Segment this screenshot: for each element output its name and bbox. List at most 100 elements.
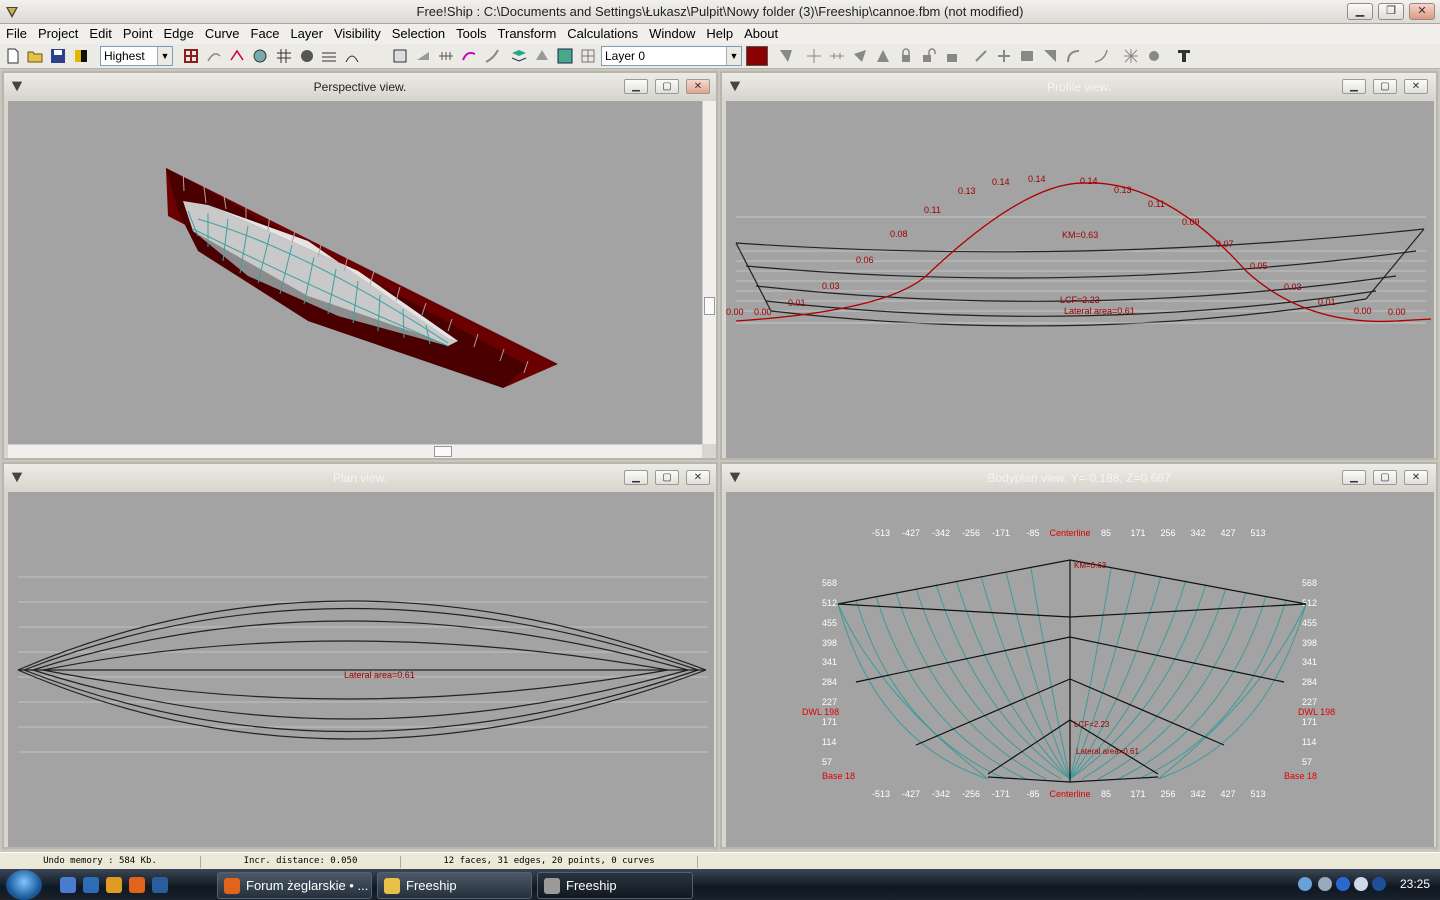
perspective-vertical-scrollbar[interactable] — [702, 101, 716, 444]
close-button[interactable]: ✕ — [1409, 3, 1435, 20]
mirror-icon[interactable] — [973, 48, 989, 64]
plan-titlebar[interactable]: Plan view. ▁ ▢ ✕ — [4, 464, 716, 491]
quicklaunch-app-icon[interactable] — [152, 877, 168, 893]
menu-visibility[interactable]: Visibility — [328, 24, 386, 41]
buttocks-icon[interactable] — [344, 48, 360, 64]
insert-point-icon[interactable] — [806, 48, 822, 64]
perspective-close-button[interactable]: ✕ — [686, 79, 710, 94]
unlock-all-icon[interactable] — [944, 48, 960, 64]
collapse-icon[interactable] — [852, 48, 868, 64]
perspective-window[interactable]: Perspective view. ▁ ▢ ✕ — [2, 71, 718, 460]
save-icon[interactable] — [50, 48, 66, 64]
interior-edges-icon[interactable] — [206, 48, 222, 64]
clock[interactable]: 23:25 — [1400, 877, 1430, 891]
menu-calculations[interactable]: Calculations — [561, 24, 643, 41]
bodyplan-canvas[interactable]: -513 -427 -342 -256 -171 -85 Centerline … — [726, 492, 1434, 847]
layer-auto-icon[interactable] — [1065, 48, 1081, 64]
stations-icon[interactable] — [252, 48, 268, 64]
firefox-icon[interactable] — [129, 877, 145, 893]
layer-grid-icon[interactable] — [580, 48, 596, 64]
menu-selection[interactable]: Selection — [386, 24, 450, 41]
menu-curve[interactable]: Curve — [199, 24, 245, 41]
menu-layer[interactable]: Layer — [284, 24, 328, 41]
plan-window[interactable]: Plan view. ▁ ▢ ✕ Lateral area=0.61 — [2, 462, 718, 849]
grid-icon[interactable] — [276, 48, 292, 64]
profile-maximize-button[interactable]: ▢ — [1373, 79, 1397, 94]
waterlines-icon[interactable] — [321, 48, 337, 64]
split-edge-icon[interactable] — [829, 48, 845, 64]
bodyplan-close-button[interactable]: ✕ — [1404, 470, 1428, 485]
unlock-icon[interactable] — [921, 48, 937, 64]
profile-minimize-button[interactable]: ▁ — [1342, 79, 1366, 94]
show-desktop-icon[interactable] — [83, 877, 99, 893]
bodyplan-minimize-button[interactable]: ▁ — [1342, 470, 1366, 485]
intersect-icon[interactable] — [1123, 48, 1139, 64]
layer-select[interactable]: Layer 0 ▼ — [601, 46, 742, 66]
menu-file[interactable]: File — [0, 24, 32, 41]
flip-icon[interactable] — [1042, 48, 1058, 64]
menu-help[interactable]: Help — [700, 24, 738, 41]
new-file-icon[interactable] — [5, 48, 21, 64]
menu-tools[interactable]: Tools — [450, 24, 491, 41]
scroll-thumb[interactable] — [434, 446, 452, 457]
profile-close-button[interactable]: ✕ — [1404, 79, 1428, 94]
cross-icon[interactable] — [996, 48, 1012, 64]
layers-icon[interactable] — [534, 48, 550, 64]
bodyplan-window[interactable]: Bodyplan view. Y=-0.188, Z=0.687 ▁ ▢ ✕ -… — [720, 462, 1438, 849]
tray-app-icon[interactable] — [1354, 877, 1368, 891]
profile-titlebar[interactable]: Profile view. ▁ ▢ ✕ — [722, 73, 1436, 100]
perspective-horizontal-scrollbar[interactable] — [8, 444, 702, 458]
exit-icon[interactable] — [1176, 48, 1192, 64]
menu-edge[interactable]: Edge — [157, 24, 198, 41]
taskbar-item-forum[interactable]: Forum żeglarskie • ... — [217, 872, 372, 899]
minimize-button[interactable]: ▁ — [1347, 3, 1373, 20]
perspective-minimize-button[interactable]: ▁ — [624, 79, 648, 94]
menu-face[interactable]: Face — [245, 24, 285, 41]
lock-icon[interactable] — [898, 48, 914, 64]
bluetooth-icon[interactable] — [1336, 877, 1350, 891]
tray-lang-icon[interactable] — [1372, 877, 1386, 891]
layer-visibility-icon[interactable] — [511, 48, 527, 64]
shade-icon[interactable] — [299, 48, 315, 64]
restore-button[interactable]: ❐ — [1378, 3, 1404, 20]
layer-color-swatch[interactable] — [746, 46, 768, 66]
quicklaunch-icon[interactable] — [60, 877, 76, 893]
profile-canvas[interactable]: 0.00 0.00 0.01 0.03 0.06 0.08 0.11 0.13 … — [726, 101, 1434, 458]
scroll-thumb[interactable] — [704, 297, 715, 315]
menu-point[interactable]: Point — [117, 24, 158, 41]
perspective-titlebar[interactable]: Perspective view. ▁ ▢ ✕ — [4, 73, 716, 100]
diagonals-icon[interactable] — [392, 48, 408, 64]
split-icon[interactable] — [1019, 48, 1035, 64]
menu-project[interactable]: Project — [32, 24, 83, 41]
menu-about[interactable]: About — [738, 24, 783, 41]
plan-canvas[interactable]: Lateral area=0.61 — [8, 492, 714, 847]
curvature-icon[interactable] — [461, 48, 477, 64]
markers-icon[interactable] — [438, 48, 454, 64]
hydrostatics-icon[interactable] — [415, 48, 431, 64]
bodyplan-titlebar[interactable]: Bodyplan view. Y=-0.188, Z=0.687 ▁ ▢ ✕ — [722, 464, 1436, 491]
control-net-icon[interactable] — [183, 48, 199, 64]
precision-select[interactable]: Highest ▼ — [100, 46, 173, 66]
media-player-icon[interactable] — [106, 877, 122, 893]
open-folder-icon[interactable] — [27, 48, 43, 64]
perspective-canvas[interactable] — [8, 101, 702, 444]
menu-transform[interactable]: Transform — [492, 24, 562, 41]
layer-properties-icon[interactable] — [557, 48, 573, 64]
menu-window[interactable]: Window — [643, 24, 700, 41]
taskbar-item-freeship-app[interactable]: Freeship — [537, 872, 693, 899]
start-button[interactable] — [6, 870, 42, 900]
network-icon[interactable] — [1298, 877, 1312, 891]
settings-icon[interactable] — [1146, 48, 1162, 64]
volume-icon[interactable] — [1318, 877, 1332, 891]
profile-window[interactable]: Profile view. ▁ ▢ ✕ 0.00 0.00 0.01 0.03 … — [720, 71, 1438, 460]
plan-maximize-button[interactable]: ▢ — [655, 470, 679, 485]
curve-icon[interactable] — [1093, 48, 1109, 64]
bodyplan-maximize-button[interactable]: ▢ — [1373, 470, 1397, 485]
new-face-icon[interactable] — [778, 48, 794, 64]
control-curves-icon[interactable] — [229, 48, 245, 64]
taskbar-item-freeship-folder[interactable]: Freeship — [377, 872, 532, 899]
color-icon[interactable] — [73, 48, 89, 64]
insert-edge-icon[interactable] — [875, 48, 891, 64]
perspective-maximize-button[interactable]: ▢ — [655, 79, 679, 94]
plan-minimize-button[interactable]: ▁ — [624, 470, 648, 485]
